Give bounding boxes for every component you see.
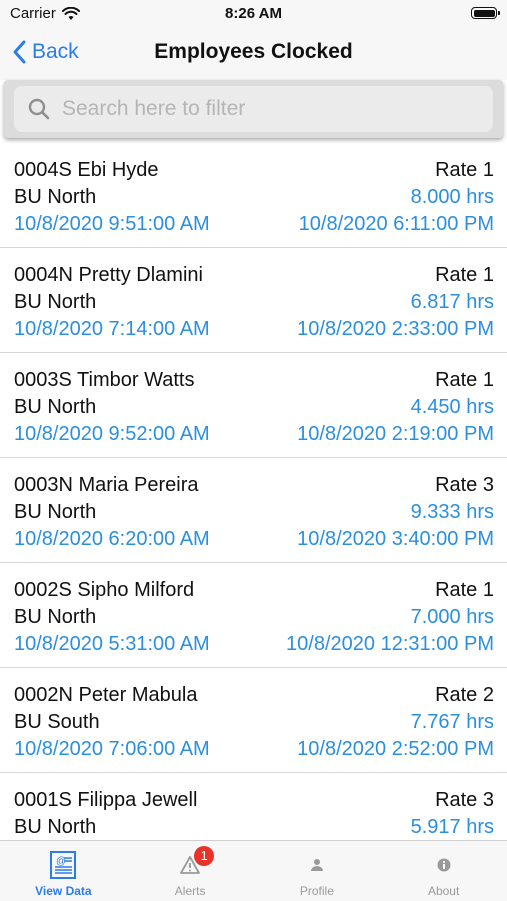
employee-name: 0004N Pretty Dlamini bbox=[14, 264, 203, 286]
clock-out-time: 10/8/2020 3:40:00 PM bbox=[297, 528, 494, 550]
employee-business-unit: BU South bbox=[14, 711, 100, 733]
employee-row[interactable]: 0003N Maria Pereira Rate 3 BU North 9.333 h… bbox=[0, 458, 507, 563]
employee-row[interactable]: 0001S Filippa Jewell Rate 3 BU North 5.917 … bbox=[0, 773, 507, 840]
clock-out-time: 10/8/2020 12:31:00 PM bbox=[286, 633, 494, 655]
profile-icon bbox=[301, 849, 333, 881]
employee-hours: 7.767 hrs bbox=[410, 711, 494, 733]
tab-about[interactable]: About bbox=[380, 841, 507, 901]
clock-out-time: 10/8/2020 2:52:00 PM bbox=[297, 738, 494, 760]
tab-bar: @ View Data 1 Alerts Profile About bbox=[0, 840, 507, 901]
tab-view-data[interactable]: @ View Data bbox=[0, 841, 127, 901]
employee-name: 0003N Maria Pereira bbox=[14, 474, 199, 496]
employee-name: 0002S Sipho Milford bbox=[14, 579, 195, 601]
employee-row[interactable]: 0004N Pretty Dlamini Rate 1 BU North 6.817 … bbox=[0, 248, 507, 353]
tab-label: Profile bbox=[299, 884, 334, 898]
alert-count-badge: 1 bbox=[194, 846, 215, 866]
employee-name: 0003S Timbor Watts bbox=[14, 369, 195, 391]
info-icon bbox=[428, 849, 460, 881]
tab-label: Alerts bbox=[174, 884, 206, 898]
tab-profile[interactable]: Profile bbox=[254, 841, 381, 901]
employee-business-unit: BU North bbox=[14, 816, 97, 838]
view-data-icon: @ bbox=[47, 849, 79, 881]
employee-business-unit: BU North bbox=[14, 396, 97, 418]
employee-row[interactable]: 0002N Peter Mabula Rate 2 BU South 7.767 hr… bbox=[0, 668, 507, 773]
clock-in-time: 10/8/2020 7:14:00 AM bbox=[14, 318, 210, 340]
employee-business-unit: BU North bbox=[14, 501, 97, 523]
search-icon bbox=[28, 98, 50, 120]
page-title: Employees Clocked bbox=[154, 40, 353, 63]
tab-alerts[interactable]: 1 Alerts bbox=[127, 841, 254, 901]
clock-in-time: 10/8/2020 9:52:00 AM bbox=[14, 423, 210, 445]
employee-business-unit: BU North bbox=[14, 291, 97, 313]
employee-hours: 7.000 hrs bbox=[410, 606, 494, 628]
employee-row[interactable]: 0002S Sipho Milford Rate 1 BU North 7.000 h… bbox=[0, 563, 507, 668]
employee-rate: Rate 1 bbox=[435, 579, 494, 601]
employee-business-unit: BU North bbox=[14, 606, 97, 628]
clock-in-time: 10/8/2020 9:51:00 AM bbox=[14, 213, 210, 235]
employee-name: 0001S Filippa Jewell bbox=[14, 789, 198, 811]
employee-hours: 4.450 hrs bbox=[410, 396, 494, 418]
employee-rate: Rate 3 bbox=[435, 789, 494, 811]
tab-label: View Data bbox=[35, 884, 92, 898]
search-input[interactable] bbox=[60, 96, 464, 122]
employee-row[interactable]: 0004S Ebi Hyde Rate 1 BU North 8.000 hrs 10/… bbox=[0, 143, 507, 248]
employee-row[interactable]: 0003S Timbor Watts Rate 1 BU North 4.450 hr… bbox=[0, 353, 507, 458]
employee-rate: Rate 1 bbox=[435, 264, 494, 286]
clock-out-time: 10/8/2020 2:33:00 PM bbox=[297, 318, 494, 340]
tab-label: About bbox=[427, 884, 460, 898]
employee-hours: 8.000 hrs bbox=[410, 186, 494, 208]
employee-rate: Rate 1 bbox=[435, 159, 494, 181]
employee-hours: 6.817 hrs bbox=[410, 291, 494, 313]
clock-in-time: 10/8/2020 5:31:00 AM bbox=[14, 633, 210, 655]
employee-rate: Rate 1 bbox=[435, 369, 494, 391]
search-field[interactable] bbox=[14, 86, 493, 132]
employee-hours: 9.333 hrs bbox=[410, 501, 494, 523]
employee-business-unit: BU North bbox=[14, 186, 97, 208]
battery-icon bbox=[471, 7, 500, 19]
employee-name: 0004S Ebi Hyde bbox=[14, 159, 159, 181]
employee-rate: Rate 3 bbox=[435, 474, 494, 496]
search-bar bbox=[4, 80, 503, 138]
clock-out-time: 10/8/2020 6:11:00 PM bbox=[298, 213, 494, 235]
status-time: 8:26 AM bbox=[225, 5, 282, 22]
employee-list[interactable]: 0004S Ebi Hyde Rate 1 BU North 8.000 hrs 10/… bbox=[0, 143, 507, 840]
clock-in-time: 10/8/2020 6:20:00 AM bbox=[14, 528, 210, 550]
employee-name: 0002N Peter Mabula bbox=[14, 684, 198, 706]
employee-rate: Rate 2 bbox=[435, 684, 494, 706]
clock-out-time: 10/8/2020 2:19:00 PM bbox=[297, 423, 494, 445]
status-bar: Carrier 8:26 AM bbox=[0, 0, 507, 28]
navigation-bar: Back Employees Clocked bbox=[0, 28, 507, 80]
clock-in-time: 10/8/2020 7:06:00 AM bbox=[14, 738, 210, 760]
employee-hours: 5.917 hrs bbox=[410, 816, 494, 838]
